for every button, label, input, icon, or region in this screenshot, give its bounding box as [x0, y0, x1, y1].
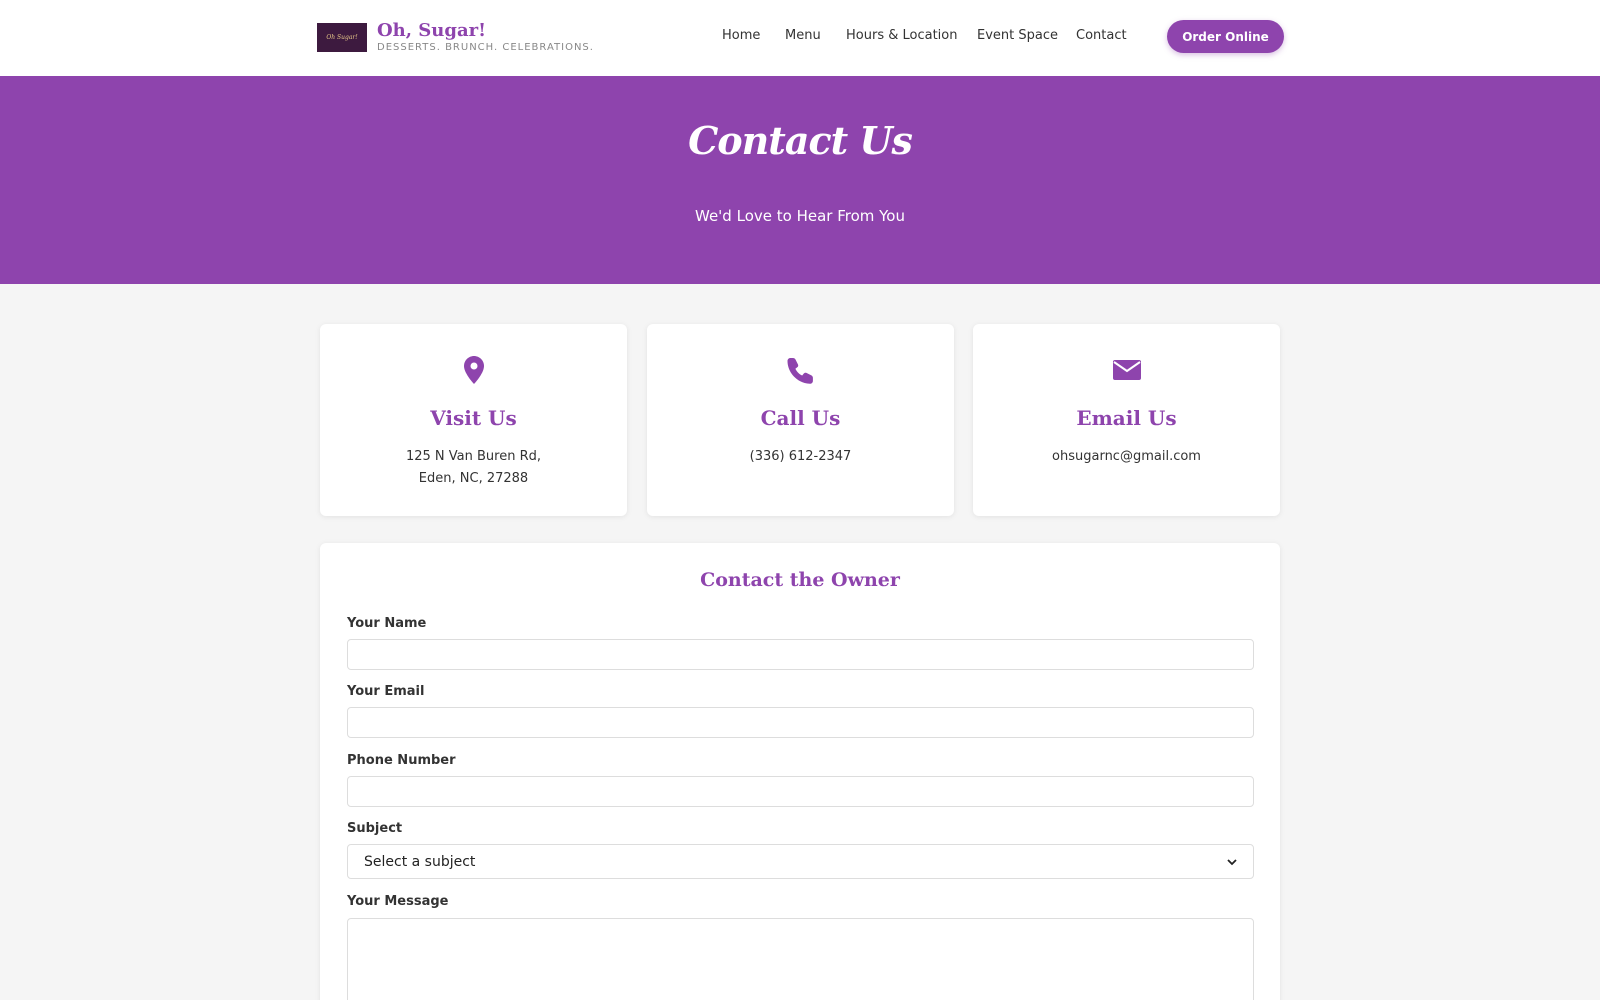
- visit-card: Visit Us 125 N Van Buren Rd, Eden, NC, 2…: [320, 324, 627, 516]
- email-input[interactable]: [347, 707, 1254, 738]
- call-title: Call Us: [760, 406, 841, 430]
- form-title: Contact the Owner: [700, 569, 900, 591]
- page-title: Contact Us: [688, 118, 913, 163]
- subject-select[interactable]: Select a subject: [347, 844, 1254, 879]
- phone-input[interactable]: [347, 776, 1254, 807]
- site-header: Oh Sugar! Oh, Sugar! DESSERTS. BRUNCH. C…: [0, 0, 1600, 76]
- chevron-down-icon: [1227, 854, 1237, 870]
- nav-hours-location[interactable]: Hours & Location: [846, 28, 957, 43]
- address-line-1: 125 N Van Buren Rd,: [405, 449, 542, 464]
- name-input[interactable]: [347, 639, 1254, 670]
- message-textarea[interactable]: [347, 918, 1254, 1000]
- subject-selected-value: Select a subject: [364, 853, 476, 870]
- nav-menu[interactable]: Menu: [785, 28, 821, 43]
- email-card: Email Us ohsugarnc@gmail.com: [973, 324, 1280, 516]
- main-nav: Home Menu Hours & Location Event Space C…: [0, 0, 1600, 76]
- nav-contact[interactable]: Contact: [1076, 28, 1127, 43]
- visit-title: Visit Us: [430, 406, 517, 430]
- contact-form: Contact the Owner Your Name Your Email P…: [320, 543, 1280, 1000]
- email-title: Email Us: [1076, 406, 1177, 430]
- address-line-2: Eden, NC, 27288: [418, 471, 529, 486]
- name-label: Your Name: [347, 616, 427, 631]
- email-address[interactable]: ohsugarnc@gmail.com: [973, 446, 1280, 468]
- subject-label: Subject: [347, 821, 403, 836]
- visit-address: 125 N Van Buren Rd, Eden, NC, 27288: [320, 446, 627, 490]
- email-label: Your Email: [347, 684, 425, 699]
- order-online-button[interactable]: Order Online: [1167, 20, 1284, 53]
- phone-icon: [647, 356, 954, 386]
- envelope-icon: [973, 356, 1280, 386]
- nav-home[interactable]: Home: [722, 28, 760, 43]
- phone-number[interactable]: (336) 612-2347: [647, 446, 954, 468]
- map-pin-icon: [320, 356, 627, 386]
- page-subtitle: We'd Love to Hear From You: [695, 207, 905, 225]
- call-card: Call Us (336) 612-2347: [647, 324, 954, 516]
- hero-banner: Contact Us We'd Love to Hear From You: [0, 76, 1600, 284]
- message-label: Your Message: [347, 894, 449, 909]
- phone-label: Phone Number: [347, 753, 456, 768]
- nav-event-space[interactable]: Event Space: [977, 28, 1058, 43]
